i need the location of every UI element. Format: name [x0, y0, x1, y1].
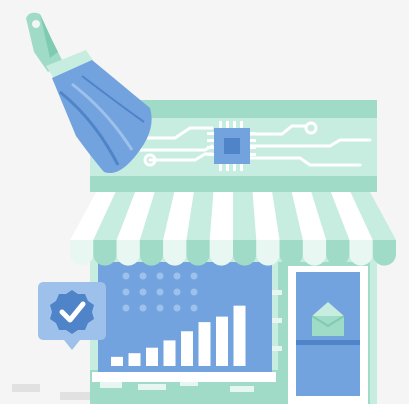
microchip-icon	[207, 121, 256, 171]
window-dot	[190, 304, 198, 312]
awning-scallop	[372, 240, 396, 266]
window-dot	[156, 272, 164, 280]
chart-bar	[198, 322, 211, 366]
window-dot	[139, 288, 147, 296]
chart-bar	[216, 316, 228, 366]
storefront-illustration	[0, 0, 409, 404]
window-dot	[139, 304, 147, 312]
window-dot	[122, 272, 130, 280]
window-dot	[139, 272, 147, 280]
awning-scallop	[279, 240, 303, 266]
awning-scallop	[139, 240, 164, 266]
chart-bar	[111, 356, 123, 366]
awning-scallop	[93, 240, 117, 266]
chart-bar	[128, 353, 141, 366]
awning-scallop	[302, 240, 327, 266]
awning-scallop	[116, 240, 140, 266]
shop-door[interactable]	[288, 266, 368, 404]
window-dot	[190, 288, 198, 296]
awning-stripe	[209, 192, 233, 240]
window-dot	[173, 304, 181, 312]
awning-scallop	[70, 240, 94, 266]
awning-scallop	[186, 240, 210, 266]
verified-badge-icon	[38, 282, 106, 350]
chart-bar	[181, 331, 193, 366]
chart-bar	[233, 305, 246, 366]
awning-scallop	[349, 240, 373, 266]
window-dot	[156, 304, 164, 312]
awning-scallop	[256, 240, 280, 266]
paint-brush-icon	[26, 12, 152, 174]
awning-scallop	[326, 240, 350, 266]
chart-bar	[163, 340, 176, 366]
awning-scallop	[233, 240, 257, 266]
shop-window	[92, 262, 276, 382]
window-dot	[173, 272, 181, 280]
window-dot	[190, 272, 198, 280]
window-dot	[173, 288, 181, 296]
awning-scallop	[163, 240, 187, 266]
chart-bar	[146, 347, 158, 366]
storefront-svg	[12, 12, 396, 404]
window-sill	[92, 372, 276, 382]
window-dot	[122, 288, 130, 296]
window-dot	[156, 288, 164, 296]
window-dot	[122, 304, 130, 312]
awning-scallop	[209, 240, 233, 266]
